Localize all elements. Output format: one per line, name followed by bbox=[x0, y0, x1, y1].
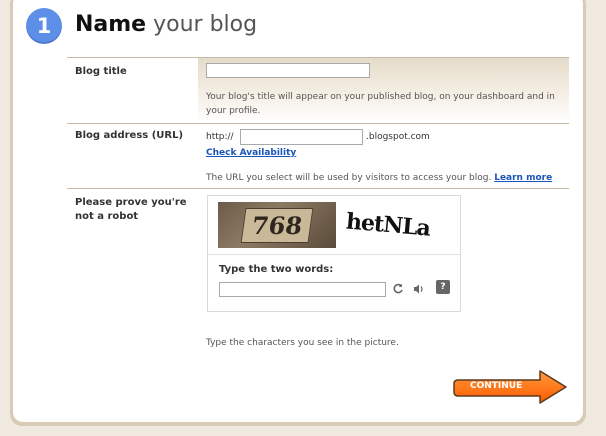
captcha-image: 768 hetNLa bbox=[218, 202, 449, 248]
url-prefix: http:// bbox=[206, 132, 234, 142]
learn-more-link[interactable]: Learn more bbox=[494, 173, 552, 183]
audio-icon-svg bbox=[414, 284, 423, 294]
step-title-light: your blog bbox=[153, 12, 258, 37]
step-title: Name your blog bbox=[75, 12, 257, 37]
blog-title-label: Blog title bbox=[75, 66, 127, 77]
section-divider-2 bbox=[67, 188, 569, 189]
captcha-section-label: Please prove you're not a robot bbox=[75, 197, 187, 222]
section-divider-top bbox=[67, 57, 569, 58]
captcha-input[interactable] bbox=[219, 282, 386, 297]
check-availability-link[interactable]: Check Availability bbox=[206, 148, 296, 158]
blog-address-label: Blog address (URL) bbox=[75, 130, 184, 141]
blog-title-input[interactable] bbox=[206, 63, 370, 78]
captcha-distorted-word: hetNLa bbox=[345, 208, 431, 242]
blog-title-hint: Your blog's title will appear on your pu… bbox=[206, 92, 555, 116]
captcha-hint: Type the characters you see in the pictu… bbox=[206, 338, 399, 348]
captcha-separator bbox=[208, 254, 460, 255]
blog-address-input[interactable] bbox=[240, 129, 363, 145]
step-title-strong: Name bbox=[75, 12, 147, 37]
continue-button[interactable]: CONTINUE bbox=[452, 368, 570, 406]
section-divider-1 bbox=[67, 123, 569, 124]
refresh-icon[interactable] bbox=[391, 282, 405, 296]
captcha-input-label: Type the two words: bbox=[219, 264, 334, 275]
blog-address-hint: The URL you select will be used by visit… bbox=[206, 171, 552, 185]
step-number-badge: 1 bbox=[26, 8, 62, 44]
url-suffix: .blogspot.com bbox=[366, 132, 430, 142]
help-icon[interactable]: ? bbox=[436, 280, 450, 294]
blog-address-hint-text: The URL you select will be used by visit… bbox=[206, 173, 492, 183]
captcha-photo-text: 768 bbox=[240, 207, 314, 243]
captcha-photo: 768 bbox=[218, 202, 336, 248]
continue-label: CONTINUE bbox=[470, 381, 523, 391]
audio-icon[interactable] bbox=[412, 282, 426, 296]
captcha-widget: 768 hetNLa Type the two words: ? bbox=[207, 195, 461, 312]
refresh-icon-svg bbox=[393, 283, 403, 294]
